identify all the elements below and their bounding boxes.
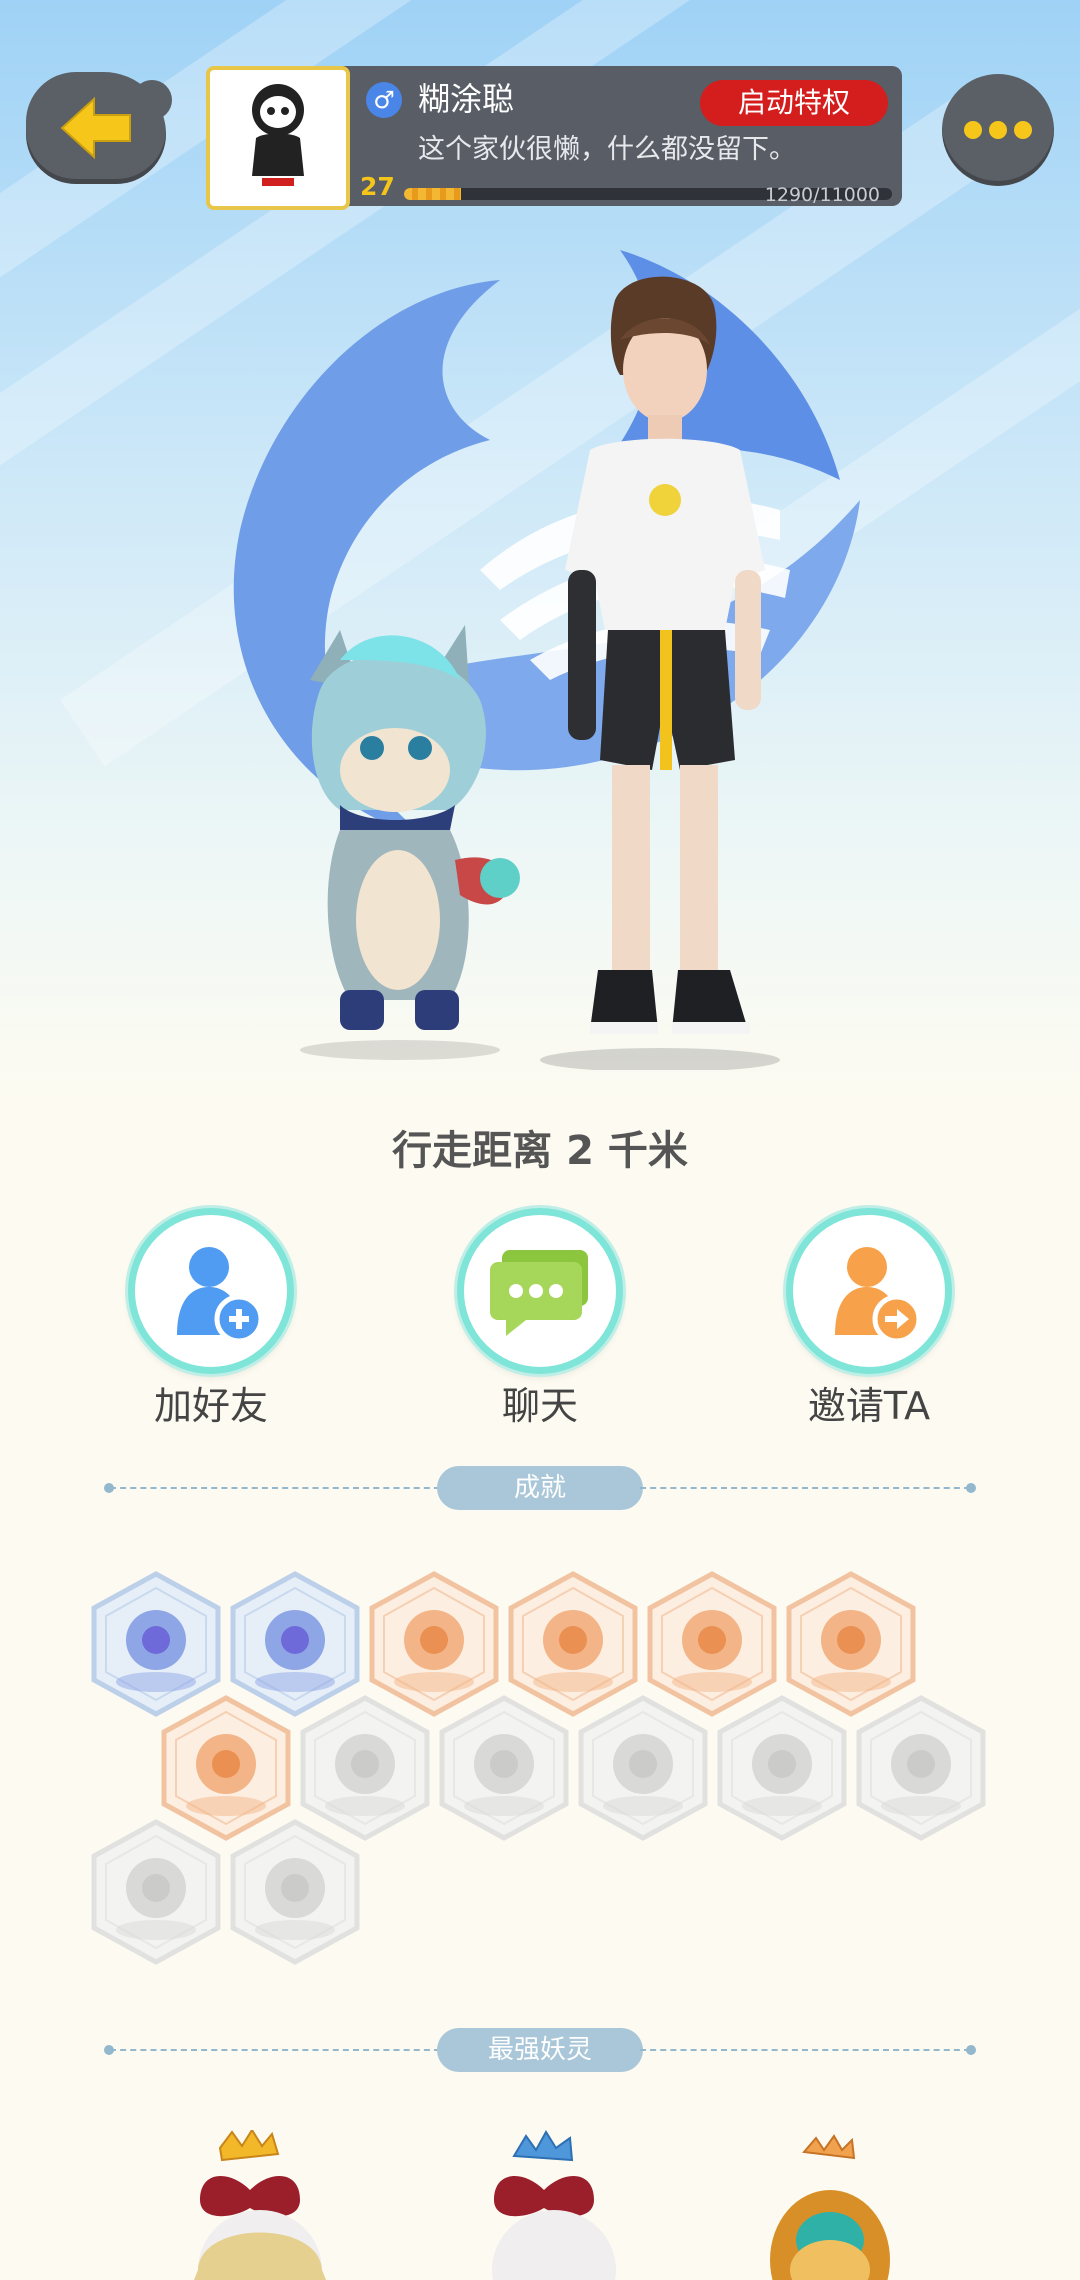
add-friend-icon: [177, 1247, 264, 1344]
strongest-pets-header: 最强妖灵: [104, 2028, 976, 2072]
add-friend-label: 加好友: [153, 1384, 268, 1428]
invite-icon: [835, 1247, 922, 1344]
player-avatar-figure: [540, 276, 780, 1070]
level-number: 27: [360, 172, 395, 201]
signature-text: 这个家伙很懒，什么都没留下。: [418, 134, 796, 165]
profile-avatar[interactable]: [206, 66, 350, 210]
cat-balloon-badge-icon: [717, 1695, 847, 1841]
achievement-badge[interactable]: [714, 1694, 850, 1842]
stroller-badge-icon: [578, 1695, 708, 1841]
add-friend-action[interactable]: 加好友: [126, 1208, 296, 1430]
crowned-pet-blue-icon: [492, 2130, 616, 2280]
invite-button[interactable]: [786, 1208, 952, 1374]
achievement-badge[interactable]: [227, 1818, 363, 1966]
scroll-badge-icon: [91, 1819, 221, 1965]
profile-card: ♂ 糊涂聪 启动特权 这个家伙很懒，什么都没留下。 27 1290/11000: [206, 66, 902, 210]
more-dots-icon: [964, 121, 982, 139]
invite-label: 邀请TA: [807, 1384, 931, 1428]
dragon-badge-icon: [856, 1695, 986, 1841]
male-gender-icon: ♂: [366, 82, 402, 118]
activate-privilege-button[interactable]: 启动特权: [700, 80, 888, 126]
achievement-badge[interactable]: [575, 1694, 711, 1842]
achievements-header: 成就: [104, 1466, 976, 1510]
avatar-cartoon-icon: [252, 84, 304, 186]
crowned-pet-gold-icon: [194, 2128, 326, 2280]
achievement-badge[interactable]: [436, 1694, 572, 1842]
walk-distance-text: 行走距离 2 千米: [392, 1128, 688, 1174]
arrow-left-icon: [60, 96, 131, 160]
nickname: 糊涂聪: [418, 80, 515, 118]
book-creature-badge-icon: [230, 1819, 360, 1965]
strongest-pet-1[interactable]: [180, 2128, 360, 2280]
achievements-title: 成就: [437, 1466, 643, 1510]
chat-label: 聊天: [501, 1384, 578, 1428]
achievement-badge[interactable]: [88, 1818, 224, 1966]
add-friend-button[interactable]: [128, 1208, 294, 1374]
strongest-pet-3[interactable]: [760, 2130, 940, 2280]
chat-action[interactable]: 聊天: [455, 1208, 625, 1430]
xp-text: 1290/11000: [764, 184, 880, 206]
back-button[interactable]: [26, 72, 172, 184]
achievement-badge[interactable]: [853, 1694, 989, 1842]
chat-button[interactable]: [457, 1208, 623, 1374]
invite-action[interactable]: 邀请TA: [784, 1208, 954, 1430]
crowned-pet-bronze-icon: [770, 2134, 890, 2280]
egg-badge-icon: [439, 1695, 569, 1841]
chat-bubble-icon: [490, 1250, 588, 1336]
companion-pet-figure: [300, 625, 520, 1060]
strongest-pet-2[interactable]: [474, 2130, 654, 2280]
more-button[interactable]: [942, 74, 1054, 186]
strongest-pets-title: 最强妖灵: [437, 2028, 643, 2072]
xp-progress-fill: [404, 188, 462, 200]
